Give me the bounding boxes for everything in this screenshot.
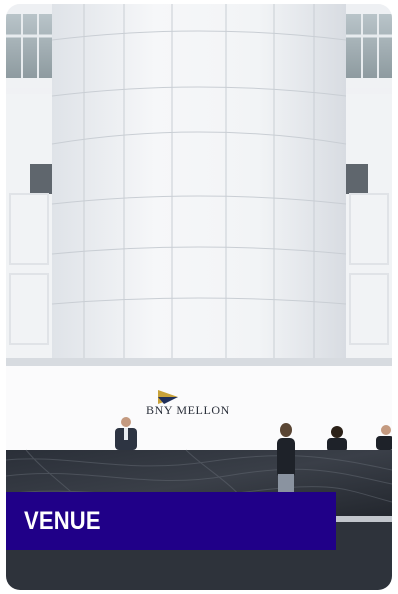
atrium-window-left [6, 14, 52, 88]
atrium-pillar [51, 4, 347, 364]
atrium-window-right [346, 14, 392, 88]
venue-title-banner: VENUE [6, 492, 336, 550]
venue-card[interactable]: BNY MELLON VENUE [6, 4, 392, 590]
sign-text: BNY MELLON [146, 403, 230, 417]
card-title: VENUE [24, 506, 101, 535]
